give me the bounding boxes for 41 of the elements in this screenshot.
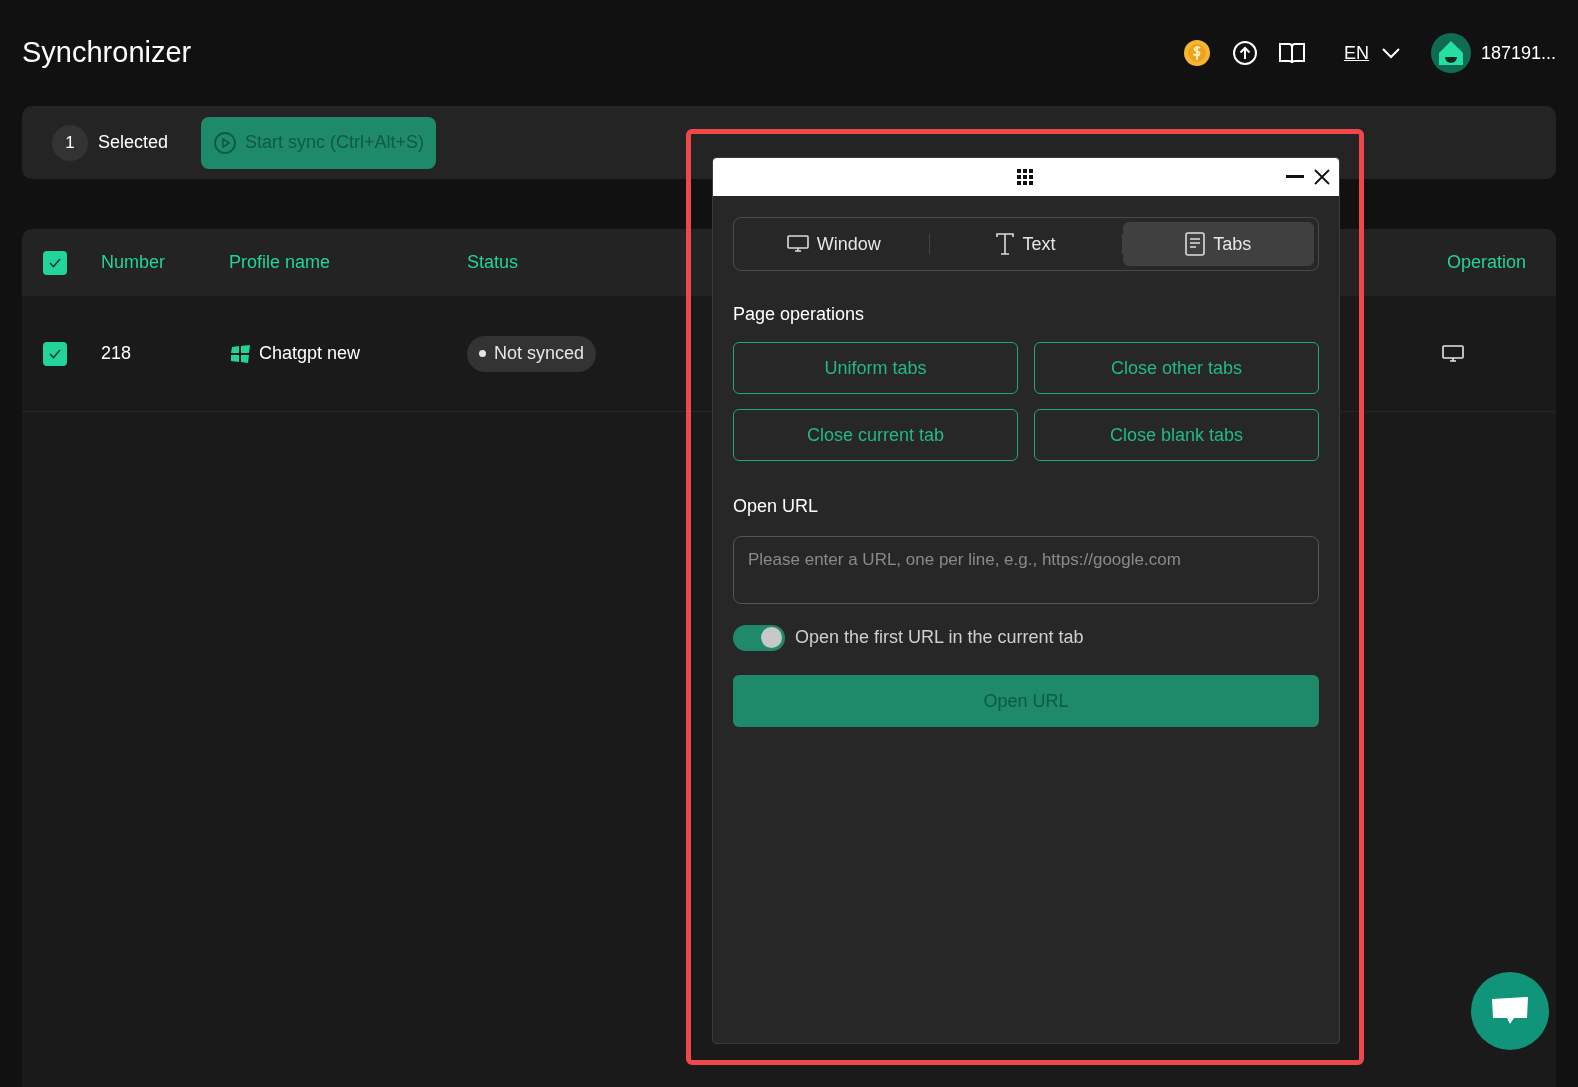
toggle-switch[interactable] — [733, 624, 785, 651]
operation-button[interactable]: Close blank tabs — [1034, 409, 1319, 461]
tab[interactable]: Text — [930, 222, 1122, 266]
operation-button[interactable]: Uniform tabs — [733, 342, 1018, 394]
checkmark-icon — [48, 347, 62, 360]
grid-icon[interactable] — [1017, 169, 1033, 185]
url-input-field[interactable]: Please enter a URL, one per line, e.g., https://google.com — [733, 536, 1319, 604]
selected-label: Selected — [98, 131, 169, 154]
book-icon[interactable] — [1277, 41, 1306, 65]
table-cell-text: Chatgpt new — [259, 342, 361, 365]
operation-button[interactable]: Close other tabs — [1034, 342, 1319, 394]
text-icon — [996, 233, 1015, 255]
monitor-icon — [786, 235, 809, 253]
tab[interactable]: Tabs — [1122, 222, 1314, 266]
status-badge: Not synced — [467, 335, 597, 372]
chevron-down-icon[interactable] — [1380, 47, 1401, 59]
minimize-icon[interactable] — [1286, 175, 1304, 179]
column-header: Profile name — [229, 251, 332, 274]
avatar-icon[interactable] — [1430, 33, 1471, 73]
windows-icon — [229, 343, 251, 364]
close-icon[interactable] — [1314, 169, 1330, 185]
monitor-icon[interactable] — [1442, 344, 1464, 363]
table-cell-text: 218 — [101, 342, 133, 365]
page-title: Synchronizer — [22, 35, 192, 71]
document-icon — [1185, 232, 1206, 256]
column-header: Status — [467, 251, 519, 274]
column-header: Operation — [1446, 251, 1526, 274]
upload-icon[interactable] — [1231, 40, 1258, 66]
selected-count: 1 — [52, 124, 88, 161]
checkbox[interactable] — [43, 250, 67, 275]
checkbox[interactable] — [43, 341, 67, 366]
section-title: Open URL — [733, 495, 820, 518]
tab[interactable]: Window — [738, 222, 930, 266]
column-header: Number — [101, 251, 167, 274]
language-selector[interactable]: EN — [1343, 39, 1369, 67]
section-title: Page operations — [733, 303, 866, 326]
user-name[interactable]: 187191... — [1480, 39, 1556, 67]
checkmark-icon — [48, 256, 62, 269]
operation-button[interactable]: Close current tab — [733, 409, 1018, 461]
toggle-label: Open the first URL in the current tab — [795, 626, 1084, 649]
play-icon — [213, 130, 238, 155]
